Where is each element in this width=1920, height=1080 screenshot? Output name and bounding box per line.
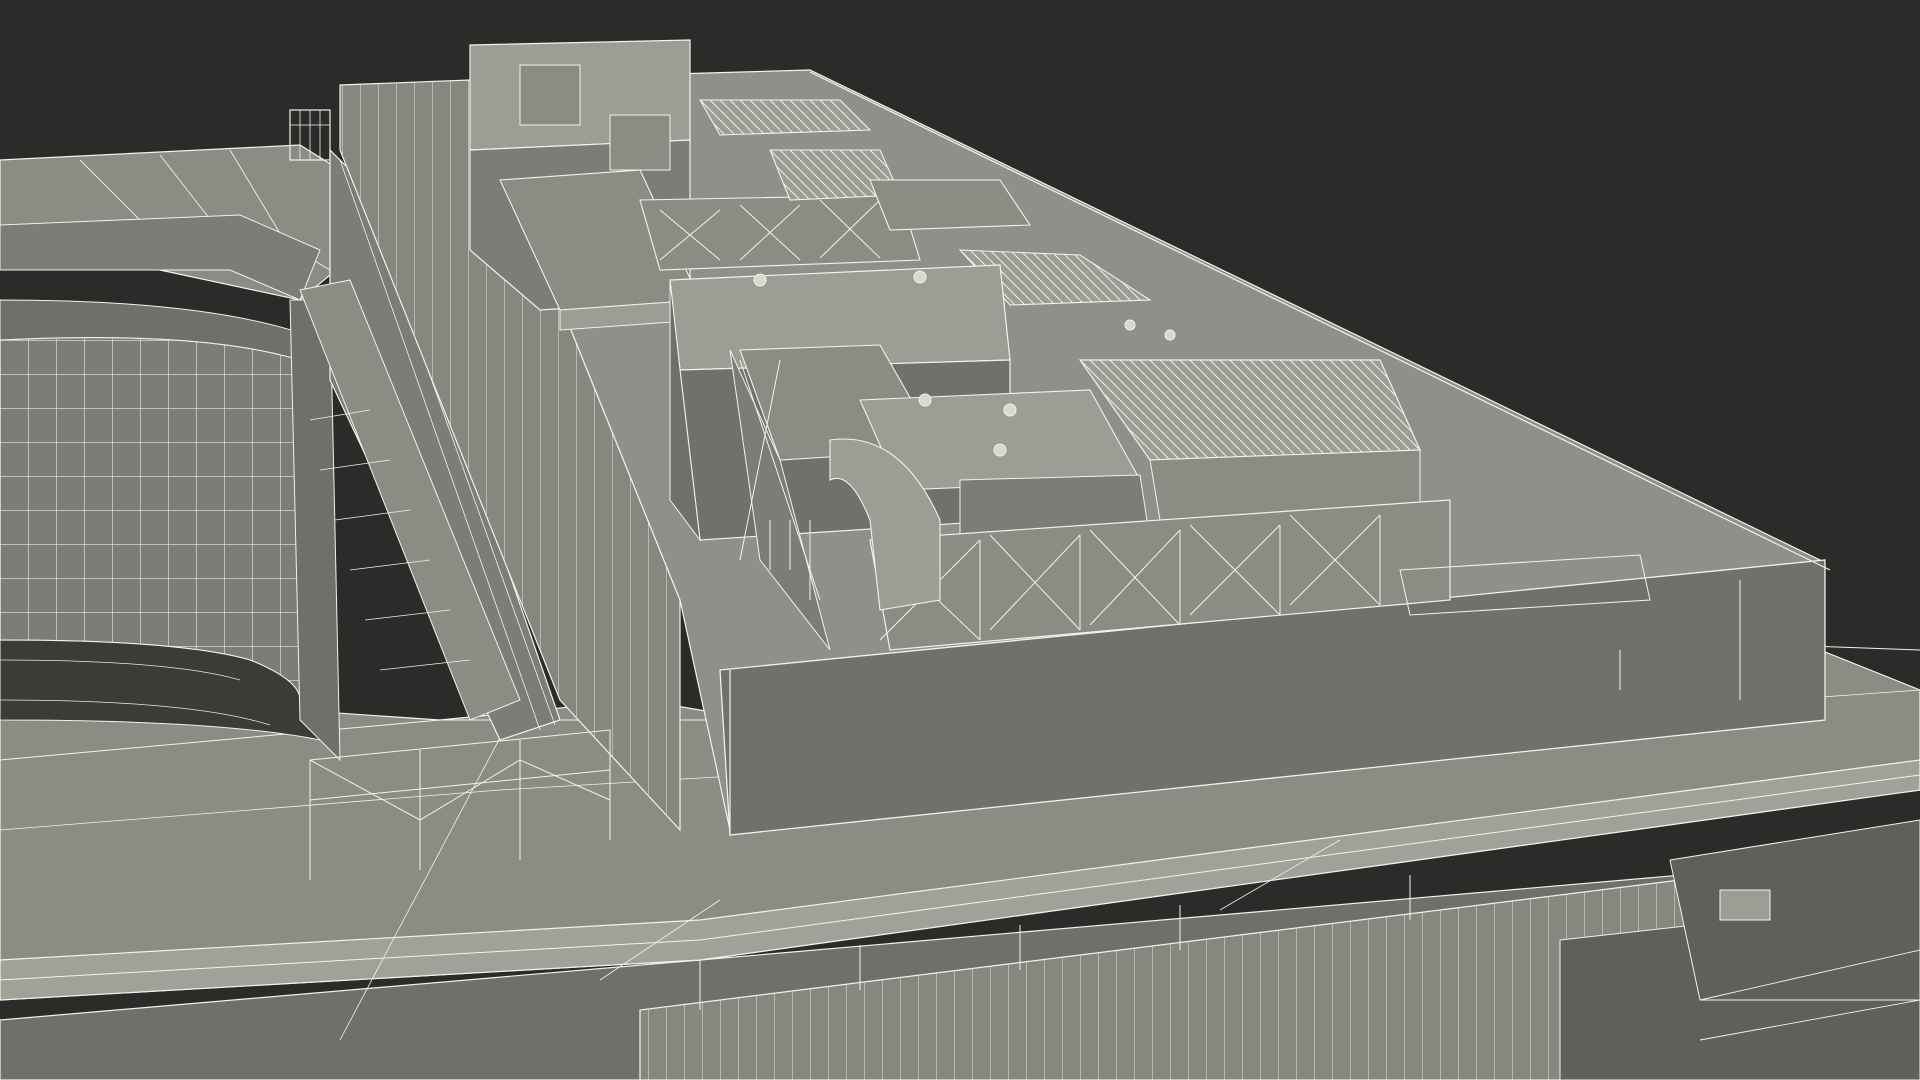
model-viewport[interactable] <box>0 0 1920 1080</box>
wireframe-scene <box>0 39 1920 1080</box>
upper-left-roof <box>0 144 361 301</box>
